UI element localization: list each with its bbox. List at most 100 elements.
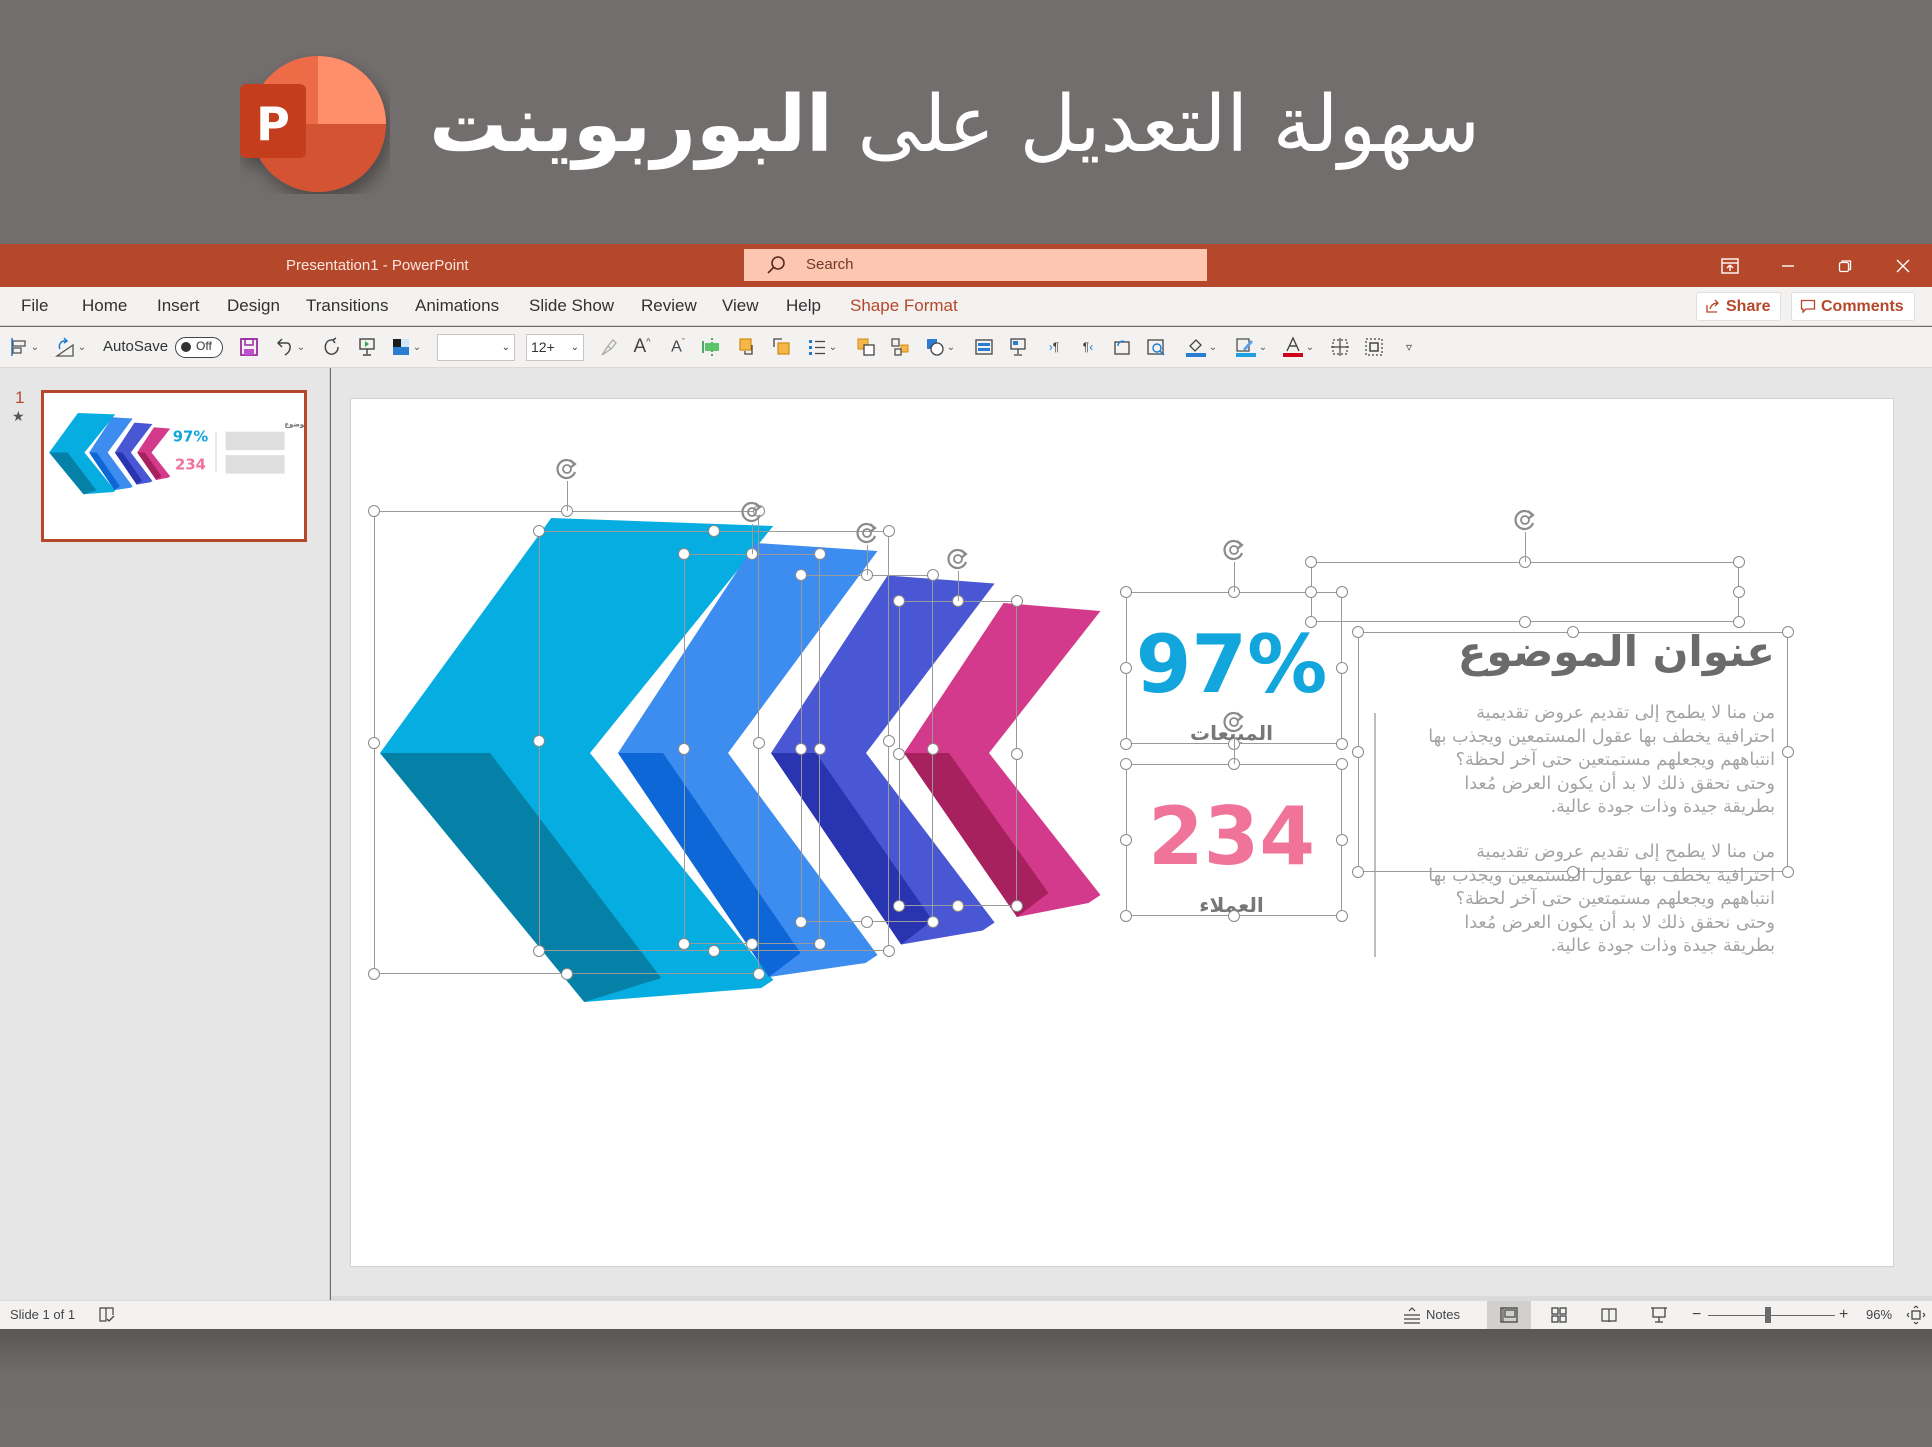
rotate-handle-icon[interactable] xyxy=(1219,535,1249,565)
resize-handle[interactable] xyxy=(795,742,807,755)
rotate-handle-icon[interactable] xyxy=(737,497,767,527)
fit-to-window-button[interactable] xyxy=(1906,1301,1926,1329)
selection-pane-button[interactable] xyxy=(1326,335,1354,359)
resize-handle[interactable] xyxy=(1336,910,1348,922)
bullets-button[interactable]: ⌄ xyxy=(802,335,842,359)
resize-handle[interactable] xyxy=(753,968,765,980)
decrease-font-button[interactable]: Aˇ xyxy=(664,335,692,359)
resize-handle[interactable] xyxy=(883,945,895,957)
resize-handle[interactable] xyxy=(1782,866,1794,878)
resize-handle[interactable] xyxy=(533,945,545,957)
resize-handle[interactable] xyxy=(1567,866,1579,878)
tab-help[interactable]: Help xyxy=(786,287,821,325)
resize-handle[interactable] xyxy=(795,569,807,581)
shapes-button[interactable]: ⌄ xyxy=(920,335,960,359)
normal-view-button[interactable] xyxy=(1487,1301,1531,1329)
reading-view-button[interactable] xyxy=(1587,1301,1631,1329)
slide-canvas[interactable]: 97% 234 المبيعات العملاء عنوان الموضوع م… xyxy=(350,398,1894,1267)
tab-insert[interactable]: Insert xyxy=(157,287,200,325)
resize-handle[interactable] xyxy=(1519,616,1531,628)
font-size-select[interactable]: 12+ ⌄ xyxy=(526,334,584,361)
resize-handle[interactable] xyxy=(1336,758,1348,770)
rotate-handle-icon[interactable] xyxy=(943,544,973,574)
resize-handle[interactable] xyxy=(1120,738,1132,750)
tab-slide-show[interactable]: Slide Show xyxy=(529,287,614,325)
tab-review[interactable]: Review xyxy=(641,287,697,325)
resize-handle[interactable] xyxy=(893,900,905,912)
slide-show-button[interactable] xyxy=(1637,1301,1681,1329)
resize-handle[interactable] xyxy=(1733,586,1745,598)
resize-handle[interactable] xyxy=(927,569,939,581)
resize-handle[interactable] xyxy=(795,916,807,928)
ribbon-display-options-button[interactable] xyxy=(1702,244,1758,287)
resize-handle[interactable] xyxy=(861,916,873,928)
font-color-button[interactable]: ⌄ xyxy=(1278,335,1318,359)
align-button[interactable]: ⌄ xyxy=(6,335,42,359)
resize-handle[interactable] xyxy=(1352,866,1364,878)
resize-handle[interactable] xyxy=(1336,738,1348,750)
ungroup-button[interactable] xyxy=(886,335,914,359)
tab-design[interactable]: Design xyxy=(227,287,280,325)
replace-button[interactable] xyxy=(1108,335,1136,359)
undo-button[interactable]: ⌄ xyxy=(270,335,310,359)
resize-handle[interactable] xyxy=(927,916,939,928)
resize-handle[interactable] xyxy=(368,968,380,980)
search-input[interactable]: Search xyxy=(744,249,1207,281)
minimize-button[interactable] xyxy=(1760,244,1816,287)
resize-handle[interactable] xyxy=(1352,626,1364,638)
resize-handle[interactable] xyxy=(1305,586,1317,598)
resize-handle[interactable] xyxy=(814,938,826,950)
resize-handle[interactable] xyxy=(708,945,720,957)
format-painter-button[interactable] xyxy=(594,335,622,359)
share-button[interactable]: Share xyxy=(1696,292,1782,321)
resize-handle[interactable] xyxy=(1305,556,1317,568)
tab-transitions[interactable]: Transitions xyxy=(306,287,389,325)
resize-handle[interactable] xyxy=(1782,626,1794,638)
selection-box[interactable] xyxy=(1126,764,1342,916)
font-name-select[interactable]: ⌄ xyxy=(437,334,515,361)
slide-sorter-button[interactable] xyxy=(1537,1301,1581,1329)
tab-shape-format[interactable]: Shape Format xyxy=(850,287,958,325)
resize-handle[interactable] xyxy=(533,525,545,537)
zoom-slider-thumb[interactable] xyxy=(1764,1307,1771,1323)
group-button[interactable] xyxy=(852,335,880,359)
slide-thumbnail[interactable]: 97% 234 عنوان الموضوع xyxy=(41,390,307,542)
resize-handle[interactable] xyxy=(746,938,758,950)
zoom-level[interactable]: 96% xyxy=(1866,1301,1892,1329)
resize-handle[interactable] xyxy=(893,747,905,760)
resize-handle[interactable] xyxy=(814,548,826,560)
notes-button[interactable]: Notes xyxy=(1402,1301,1460,1329)
zoom-in-button[interactable]: + xyxy=(1839,1301,1848,1329)
resize-handle[interactable] xyxy=(1011,595,1023,607)
rotate-button[interactable]: ⌄ xyxy=(50,335,90,359)
zoom-slider-track[interactable] xyxy=(1708,1315,1835,1316)
resize-handle[interactable] xyxy=(1336,662,1348,674)
crop-button[interactable] xyxy=(1360,335,1388,359)
resize-handle[interactable] xyxy=(1120,910,1132,922)
selection-box[interactable] xyxy=(1358,632,1788,872)
accessibility-button[interactable] xyxy=(98,1301,116,1329)
resize-handle[interactable] xyxy=(708,525,720,537)
tab-file[interactable]: File xyxy=(21,287,48,325)
send-backward-button[interactable] xyxy=(768,335,796,359)
tab-view[interactable]: View xyxy=(722,287,759,325)
find-button[interactable] xyxy=(1142,335,1170,359)
selection-box[interactable] xyxy=(899,601,1017,906)
resize-handle[interactable] xyxy=(560,968,573,980)
autosave-toggle[interactable]: Off xyxy=(175,337,223,358)
align-center-button[interactable] xyxy=(698,335,726,359)
resize-handle[interactable] xyxy=(952,900,964,912)
resize-handle[interactable] xyxy=(1336,834,1348,846)
rtl-button[interactable]: ¶‹ xyxy=(1074,335,1102,359)
resize-handle[interactable] xyxy=(1120,834,1132,846)
redo-button[interactable] xyxy=(318,335,344,359)
resize-handle[interactable] xyxy=(1567,626,1579,638)
theme-colors-button[interactable]: ⌄ xyxy=(386,335,426,359)
increase-font-button[interactable]: A^ xyxy=(628,335,656,359)
close-button[interactable] xyxy=(1875,244,1931,287)
customize-toolbar-button[interactable]: ▿ xyxy=(1398,335,1420,359)
resize-handle[interactable] xyxy=(1733,616,1745,628)
resize-handle[interactable] xyxy=(883,525,895,537)
resize-handle[interactable] xyxy=(1228,910,1240,922)
shape-outline-button[interactable]: ⌄ xyxy=(1230,335,1272,359)
